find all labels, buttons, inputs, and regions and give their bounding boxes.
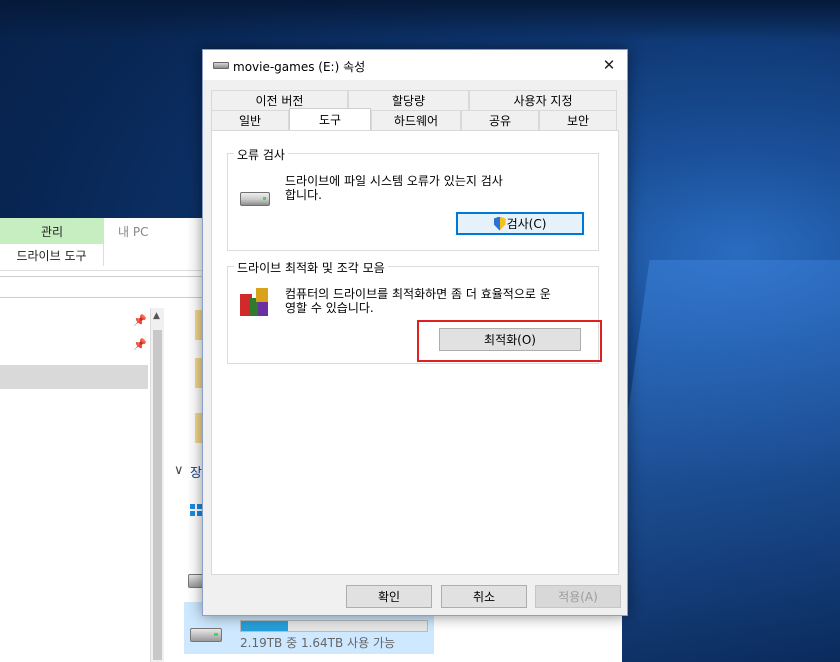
check-button-label: 검사(C) <box>506 217 547 231</box>
group-header-label[interactable]: 장 <box>190 462 202 481</box>
scroll-up-icon[interactable]: ▲ <box>153 311 160 321</box>
error-check-legend: 오류 검사 <box>234 146 288 163</box>
tab-tools[interactable]: 도구 <box>289 108 371 130</box>
navigation-scrollbar[interactable]: ▲ <box>150 308 164 662</box>
optimize-legend: 드라이브 최적화 및 조각 모음 <box>234 259 388 276</box>
apply-button: 적용(A) <box>535 585 621 608</box>
tab-hardware[interactable]: 하드웨어 <box>371 110 461 130</box>
error-check-group: 오류 검사 드라이브에 파일 시스템 오류가 있는지 검사 합니다. 검사(C) <box>227 146 599 251</box>
tab-sharing[interactable]: 공유 <box>461 110 539 130</box>
drive-icon <box>213 62 229 69</box>
drive-usage-bar <box>240 620 428 632</box>
desktop-top-shade <box>0 0 840 40</box>
drive-usage-fill <box>241 621 288 631</box>
tab-security[interactable]: 보안 <box>539 110 617 130</box>
ok-button[interactable]: 확인 <box>346 585 432 608</box>
ribbon-drive-tools-label[interactable]: 드라이브 도구 <box>0 244 104 266</box>
pin-icon[interactable]: 📌 <box>133 338 147 351</box>
error-check-description: 드라이브에 파일 시스템 오류가 있는지 검사 합니다. <box>285 174 503 202</box>
navigation-pane: 📌 📌 <box>0 308 150 662</box>
chevron-down-icon[interactable]: ∨ <box>174 463 184 478</box>
close-button[interactable]: ✕ <box>597 54 621 76</box>
check-button[interactable]: 검사(C) <box>456 212 584 235</box>
scrollbar-thumb[interactable] <box>153 330 162 660</box>
tab-previous-versions[interactable]: 이전 버전 <box>211 90 348 110</box>
annotation-highlight-box <box>417 320 602 362</box>
uac-shield-icon <box>493 216 506 231</box>
drive-icon[interactable] <box>190 628 222 642</box>
tab-customize[interactable]: 사용자 지정 <box>469 90 617 110</box>
tab-general[interactable]: 일반 <box>211 110 289 130</box>
dialog-titlebar[interactable]: movie-games (E:) 속성 ✕ <box>203 50 627 80</box>
ribbon-tab-manage[interactable]: 관리 <box>0 218 104 244</box>
dialog-title: movie-games (E:) 속성 <box>233 60 366 74</box>
nav-selected-item[interactable] <box>0 365 148 389</box>
tab-quota[interactable]: 할당량 <box>348 90 469 110</box>
ribbon-tab-this-pc[interactable]: 내 PC <box>118 223 148 240</box>
optimize-description: 컴퓨터의 드라이브를 최적화하면 좀 더 효율적으로 운 영할 수 있습니다. <box>285 287 551 315</box>
hard-drive-icon <box>240 192 270 206</box>
defrag-icon <box>238 286 270 318</box>
drive-free-space-caption: 2.19TB 중 1.64TB 사용 가능 <box>240 636 396 650</box>
pin-icon[interactable]: 📌 <box>133 314 147 327</box>
windows-drive-icon[interactable] <box>190 504 202 516</box>
cancel-button[interactable]: 취소 <box>441 585 527 608</box>
